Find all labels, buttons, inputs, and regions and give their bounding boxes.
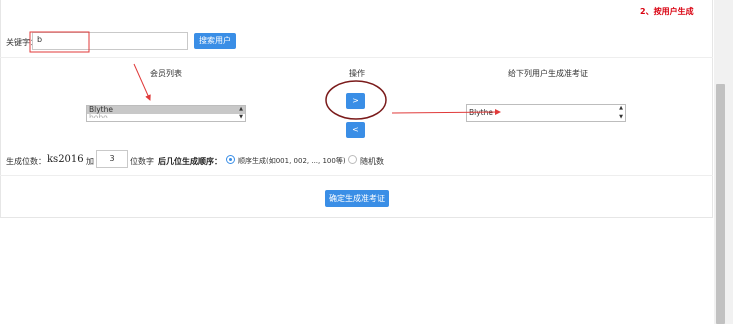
order-sequential-label[interactable]: 顺序生成(如001, 002, ..., 100等): [238, 156, 346, 166]
digit-suffix: 位数字: [130, 157, 154, 166]
digits-label: 生成位数：: [6, 157, 46, 166]
list-scroll-arrows[interactable]: ▲ ▼: [617, 105, 625, 121]
order-label: 后几位生成顺序：: [158, 157, 222, 166]
member-list-header: 会员列表: [150, 69, 182, 78]
confirm-generate-button[interactable]: 确定生成准考证: [325, 190, 389, 207]
order-random-label[interactable]: 随机数: [360, 156, 384, 167]
prefix-text: ks2016: [47, 154, 84, 165]
order-sequential-radio[interactable]: [226, 155, 235, 164]
digit-count-input[interactable]: 3: [96, 150, 128, 168]
member-list-select[interactable]: Blythe bobo ▲▼: [86, 105, 246, 122]
list-item[interactable]: Blythe: [87, 106, 245, 114]
plus-label: 加: [86, 157, 94, 166]
divider: [0, 57, 713, 58]
scrollbar-thumb[interactable]: [716, 84, 725, 324]
divider: [0, 175, 713, 176]
add-to-target-button[interactable]: >: [346, 93, 365, 109]
target-list-header: 给下列用户生成准考证: [508, 69, 588, 78]
search-users-button[interactable]: 搜索用户: [194, 33, 236, 49]
list-scroll-arrows[interactable]: ▲ ▼: [237, 106, 245, 121]
operation-header: 操作: [349, 69, 365, 78]
target-list-select[interactable]: Blythe ▲ ▼: [466, 104, 626, 122]
keyword-input[interactable]: b: [32, 32, 188, 50]
list-item[interactable]: bobo: [87, 114, 245, 118]
remove-from-target-button[interactable]: <: [346, 122, 365, 138]
order-random-radio[interactable]: [348, 155, 357, 164]
list-item[interactable]: Blythe: [467, 109, 625, 117]
step-title: 2、按用户生成: [640, 7, 694, 16]
